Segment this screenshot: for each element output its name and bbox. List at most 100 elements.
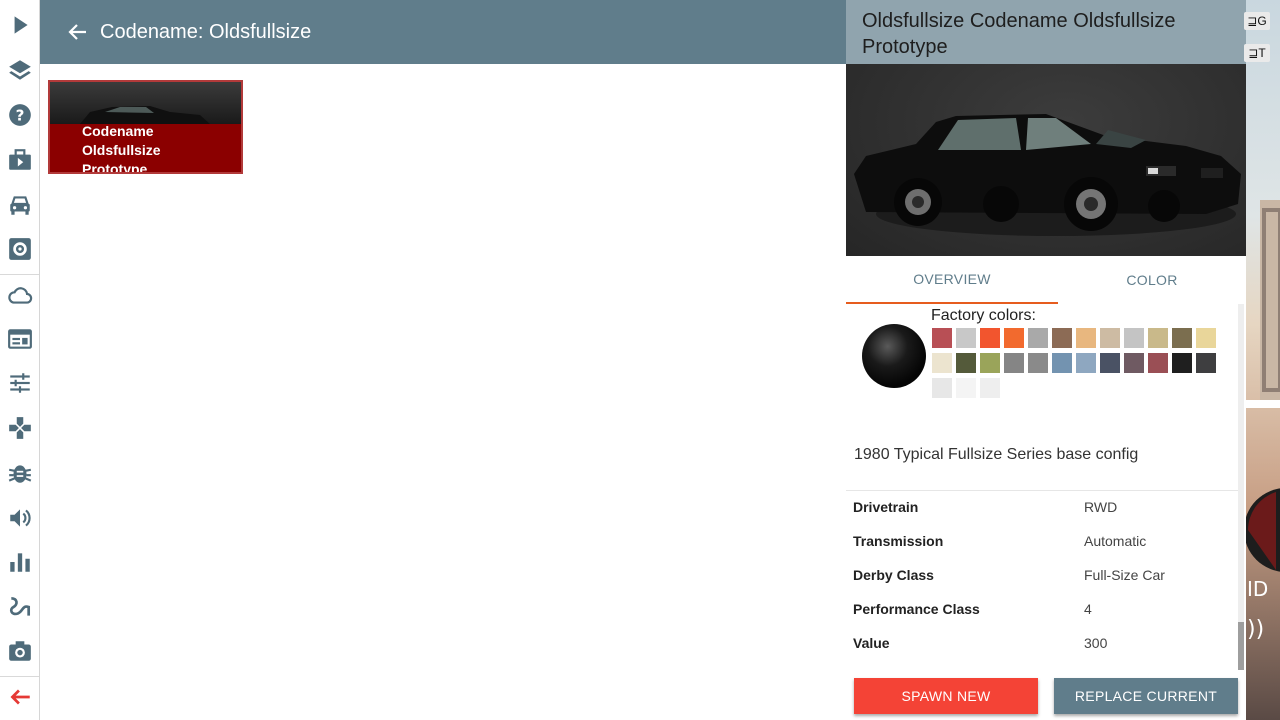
exit-button[interactable] bbox=[0, 677, 39, 717]
color-swatch[interactable] bbox=[980, 353, 1000, 373]
color-swatch[interactable] bbox=[1124, 328, 1144, 348]
color-swatch[interactable] bbox=[956, 328, 976, 348]
options-button[interactable] bbox=[0, 363, 39, 403]
hud-t-indicator: ⊒T bbox=[1244, 44, 1270, 62]
svg-text:?: ? bbox=[15, 106, 24, 124]
photo-button[interactable] bbox=[0, 631, 39, 671]
color-swatch[interactable] bbox=[956, 378, 976, 398]
color-swatch[interactable] bbox=[1172, 353, 1192, 373]
factory-colors-label: Factory colors: bbox=[931, 307, 1036, 324]
gear-icon bbox=[8, 238, 31, 260]
tab-overview[interactable]: OVERVIEW bbox=[846, 256, 1058, 304]
repository-button[interactable] bbox=[0, 275, 39, 315]
color-swatch[interactable] bbox=[980, 328, 1000, 348]
paint-preview-sphere bbox=[862, 324, 926, 388]
color-swatch[interactable] bbox=[1172, 328, 1192, 348]
color-swatch[interactable] bbox=[1100, 328, 1120, 348]
color-swatch[interactable] bbox=[980, 378, 1000, 398]
spec-row-drivetrain: Drivetrain RWD bbox=[846, 491, 1238, 525]
hud-g-indicator: ⊒G bbox=[1244, 12, 1270, 30]
color-swatch[interactable] bbox=[932, 328, 952, 348]
color-swatch[interactable] bbox=[1028, 353, 1048, 373]
play-button[interactable] bbox=[0, 5, 39, 45]
game-viewport: ID )) bbox=[1246, 0, 1280, 720]
color-swatch[interactable] bbox=[956, 353, 976, 373]
sidebar: ? bbox=[0, 0, 40, 720]
top-bar: Codename: Oldsfullsize bbox=[40, 0, 846, 64]
play-icon bbox=[14, 16, 28, 34]
layers-icon bbox=[8, 60, 31, 80]
help-button[interactable]: ? bbox=[0, 95, 39, 135]
scrollbar-thumb[interactable] bbox=[1238, 622, 1244, 670]
vehicle-config-button[interactable] bbox=[0, 229, 39, 269]
spec-value: 4 bbox=[1084, 601, 1092, 617]
config-tile[interactable]: Codename Oldsfullsize Prototype bbox=[48, 80, 243, 174]
back-arrow-icon[interactable] bbox=[66, 20, 90, 44]
page-title: Codename: Oldsfullsize bbox=[100, 21, 312, 43]
svg-text:)): )) bbox=[1247, 617, 1264, 642]
scenarios-button[interactable] bbox=[0, 140, 39, 180]
stats-button[interactable] bbox=[0, 542, 39, 582]
color-swatch[interactable] bbox=[932, 378, 952, 398]
color-swatch[interactable] bbox=[1052, 353, 1072, 373]
help-icon: ? bbox=[8, 104, 31, 126]
tune-icon bbox=[9, 373, 30, 393]
bug-icon bbox=[8, 465, 31, 483]
spawn-new-button[interactable]: SPAWN NEW bbox=[854, 678, 1038, 714]
debug-button[interactable] bbox=[0, 453, 39, 493]
config-tile-label: Codename Oldsfullsize Prototype bbox=[82, 123, 161, 174]
layers-button[interactable] bbox=[0, 50, 39, 90]
replace-current-button[interactable]: REPLACE CURRENT bbox=[1054, 678, 1238, 714]
spec-key: Drivetrain bbox=[853, 499, 919, 515]
spec-key: Transmission bbox=[853, 533, 944, 549]
color-swatch[interactable] bbox=[1004, 328, 1024, 348]
spec-row-derby-class: Derby Class Full-Size Car bbox=[846, 559, 1238, 593]
color-swatch[interactable] bbox=[1148, 328, 1168, 348]
apps-button[interactable] bbox=[0, 319, 39, 359]
car-icon bbox=[9, 196, 30, 215]
config-description: 1980 Typical Fullsize Series base config bbox=[854, 446, 1139, 463]
color-swatch[interactable] bbox=[1100, 353, 1120, 373]
tab-color[interactable]: COLOR bbox=[1058, 256, 1246, 304]
spec-key: Performance Class bbox=[853, 601, 980, 617]
color-swatch[interactable] bbox=[1052, 328, 1072, 348]
route-icon bbox=[9, 596, 30, 616]
spec-row-transmission: Transmission Automatic bbox=[846, 525, 1238, 559]
audio-button[interactable] bbox=[0, 498, 39, 538]
color-swatch[interactable] bbox=[1148, 353, 1168, 373]
factory-colors-section: Factory colors: bbox=[846, 304, 1238, 424]
window-icon bbox=[7, 329, 32, 349]
color-swatch[interactable] bbox=[1004, 353, 1024, 373]
detail-tabs: OVERVIEW COLOR bbox=[846, 256, 1246, 304]
spec-row-performance-class: Performance Class 4 bbox=[846, 593, 1238, 627]
color-swatch[interactable] bbox=[1124, 353, 1144, 373]
spec-row-value: Value 300 bbox=[846, 627, 1238, 661]
camera-icon bbox=[8, 641, 31, 661]
controls-button[interactable] bbox=[0, 408, 39, 448]
volume-icon bbox=[9, 509, 31, 527]
svg-text:ID: ID bbox=[1247, 577, 1268, 601]
color-swatch[interactable] bbox=[1076, 353, 1096, 373]
gamepad-icon bbox=[8, 417, 31, 439]
config-thumbnail bbox=[50, 82, 241, 124]
briefcase-play-icon bbox=[8, 149, 31, 170]
color-swatch[interactable] bbox=[1196, 328, 1216, 348]
spec-value: Full-Size Car bbox=[1084, 567, 1165, 583]
detail-scrollbar[interactable] bbox=[1238, 304, 1244, 670]
color-swatch[interactable] bbox=[1028, 328, 1048, 348]
color-swatch[interactable] bbox=[1076, 328, 1096, 348]
color-swatch[interactable] bbox=[932, 353, 952, 373]
spec-value: 300 bbox=[1084, 635, 1108, 651]
spec-key: Value bbox=[853, 635, 890, 651]
bar-chart-icon bbox=[9, 553, 30, 572]
color-swatch[interactable] bbox=[1196, 353, 1216, 373]
cloud-icon bbox=[7, 287, 32, 304]
spec-key: Derby Class bbox=[853, 567, 934, 583]
vehicle-detail-panel: Oldsfullsize Codename Oldsfullsize Proto… bbox=[846, 0, 1246, 720]
spec-value: RWD bbox=[1084, 499, 1118, 515]
path-button[interactable] bbox=[0, 587, 39, 627]
vehicles-button[interactable] bbox=[0, 185, 39, 225]
exit-arrow-icon bbox=[10, 689, 30, 705]
vehicle-title: Oldsfullsize Codename Oldsfullsize Proto… bbox=[846, 0, 1246, 64]
vehicle-preview-image bbox=[846, 64, 1246, 256]
